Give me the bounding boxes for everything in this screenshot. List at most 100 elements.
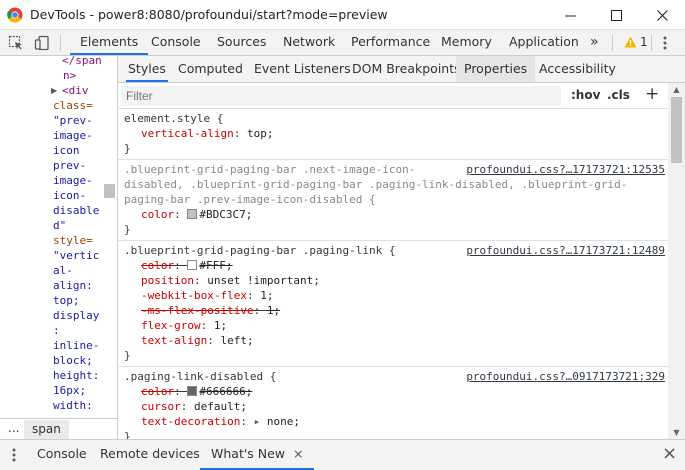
tab-dom-breakpoints[interactable]: DOM Breakpoints xyxy=(352,56,461,82)
css-property-name[interactable]: -ms-flex-positive xyxy=(141,304,254,317)
tab-console[interactable]: Console xyxy=(151,30,201,55)
css-property-value[interactable]: left; xyxy=(220,334,253,347)
rule-selector[interactable]: paging-bar .prev-image-icon-disabled { xyxy=(124,192,376,207)
drawer-tab-whats-new[interactable]: What's New × xyxy=(200,440,314,470)
css-declaration[interactable]: color: #666666; xyxy=(141,384,252,399)
tab-memory[interactable]: Memory xyxy=(441,30,492,55)
minimize-button[interactable] xyxy=(547,0,593,30)
breadcrumb-overflow[interactable]: ... xyxy=(8,421,19,435)
tree-line[interactable]: align: xyxy=(53,279,93,292)
tab-application[interactable]: Application xyxy=(509,30,579,55)
close-tab-icon[interactable]: × xyxy=(293,446,303,461)
css-declaration[interactable]: color: #FFF; xyxy=(141,258,233,273)
tree-line[interactable]: al- xyxy=(53,264,73,277)
color-swatch[interactable] xyxy=(187,386,198,396)
css-property-value[interactable]: none; xyxy=(267,415,300,428)
tree-line[interactable]: width: xyxy=(53,399,93,412)
css-property-value[interactable]: top; xyxy=(247,127,274,140)
tree-line[interactable]: class= xyxy=(53,99,93,112)
css-property-name[interactable]: text-decoration xyxy=(141,415,240,428)
tree-line[interactable]: icon xyxy=(53,144,80,157)
css-declaration[interactable]: -ms-flex-positive: 1; xyxy=(141,303,280,318)
more-tabs-button[interactable]: » xyxy=(590,30,599,55)
rule-source-link[interactable]: profoundui.css?…17173721:12489 xyxy=(466,243,665,258)
tree-line[interactable]: </span xyxy=(62,56,102,67)
tree-line[interactable]: <div xyxy=(62,84,89,97)
css-property-name[interactable]: cursor xyxy=(141,400,181,413)
rule-source-link[interactable]: profoundui.css?…17173721:12535 xyxy=(466,162,665,177)
tree-line[interactable]: prev- xyxy=(53,159,86,172)
scroll-down-arrow-icon[interactable]: ▼ xyxy=(668,428,685,437)
rule-selector[interactable]: disabled, .blueprint-grid-paging-bar .pa… xyxy=(124,177,627,192)
css-property-value[interactable]: 1; xyxy=(214,319,227,332)
style-rule[interactable]: .blueprint-grid-paging-bar .next-image-i… xyxy=(118,160,668,241)
breadcrumb-item-span[interactable]: span xyxy=(24,420,69,439)
css-declaration[interactable]: position: unset !important; xyxy=(141,273,320,288)
maximize-button[interactable] xyxy=(593,0,639,30)
drawer-tab-console[interactable]: Console xyxy=(37,440,87,470)
elements-scrollbar-thumb[interactable] xyxy=(104,184,115,198)
tab-performance[interactable]: Performance xyxy=(351,30,430,55)
color-swatch[interactable] xyxy=(187,209,198,219)
css-property-value[interactable]: #BDC3C7; xyxy=(199,208,252,221)
tab-computed[interactable]: Computed xyxy=(178,56,243,82)
settings-menu-button[interactable] xyxy=(656,34,674,52)
color-swatch[interactable] xyxy=(187,260,198,270)
hover-state-toggle[interactable]: :hov xyxy=(571,88,600,102)
css-declaration[interactable]: text-decoration: ▸ none; xyxy=(141,414,300,429)
tree-line[interactable]: "prev- xyxy=(53,114,93,127)
rule-selector[interactable]: .paging-link-disabled { xyxy=(124,369,276,384)
tab-properties[interactable]: Properties xyxy=(456,56,536,82)
expand-shorthand-icon[interactable]: ▸ xyxy=(254,415,267,428)
tree-line[interactable]: n> xyxy=(63,69,76,82)
tree-line[interactable]: 16px; xyxy=(53,384,86,397)
styles-filter-input[interactable] xyxy=(121,86,561,106)
css-property-name[interactable]: vertical-align xyxy=(141,127,234,140)
scroll-up-arrow-icon[interactable]: ▲ xyxy=(668,85,685,94)
drawer-tab-remote-devices[interactable]: Remote devices xyxy=(100,440,200,470)
tree-line[interactable]: style= xyxy=(53,234,93,247)
tab-accessibility[interactable]: Accessibility xyxy=(539,56,616,82)
warnings-counter[interactable] xyxy=(624,36,637,50)
css-property-name[interactable]: flex-grow xyxy=(141,319,201,332)
tree-line[interactable]: disable xyxy=(53,204,99,217)
drawer-menu-button[interactable] xyxy=(12,448,16,465)
tree-line[interactable]: display xyxy=(53,309,99,322)
tab-event-listeners[interactable]: Event Listeners xyxy=(254,56,351,82)
css-declaration[interactable]: -webkit-box-flex: 1; xyxy=(141,288,273,303)
tree-line[interactable]: block; xyxy=(53,354,93,367)
tree-line[interactable]: inline- xyxy=(53,339,99,352)
css-declaration[interactable]: text-align: left; xyxy=(141,333,254,348)
tab-elements[interactable]: Elements xyxy=(70,30,149,55)
new-rule-button[interactable]: + xyxy=(645,84,659,104)
css-property-value[interactable]: unset !important; xyxy=(207,274,320,287)
css-property-value[interactable]: default; xyxy=(194,400,247,413)
device-toolbar-button[interactable] xyxy=(33,34,51,52)
css-property-name[interactable]: text-align xyxy=(141,334,207,347)
css-property-value[interactable]: #FFF; xyxy=(199,259,232,272)
css-property-name[interactable]: color xyxy=(141,208,174,221)
close-drawer-icon[interactable]: × xyxy=(662,443,677,464)
tree-line[interactable]: "vertic xyxy=(53,249,99,262)
expand-triangle-icon[interactable]: ▶ xyxy=(51,86,57,95)
elements-tree[interactable]: ▶ </span n> <div class= "prev-image-icon prev… xyxy=(0,56,118,418)
tab-sources[interactable]: Sources xyxy=(217,30,266,55)
css-property-name[interactable]: color xyxy=(141,385,174,398)
rule-selector[interactable]: .blueprint-grid-paging-bar .paging-link … xyxy=(124,243,396,258)
style-rule[interactable]: element.style {vertical-align: top;} xyxy=(118,109,668,160)
style-rule[interactable]: .blueprint-grid-paging-bar .paging-link … xyxy=(118,241,668,367)
tree-line[interactable]: top; xyxy=(53,294,80,307)
inspect-element-button[interactable] xyxy=(7,34,25,52)
css-declaration[interactable]: flex-grow: 1; xyxy=(141,318,227,333)
css-declaration[interactable]: cursor: default; xyxy=(141,399,247,414)
tree-line[interactable]: d" xyxy=(53,219,66,232)
close-window-button[interactable] xyxy=(639,0,685,30)
tree-line[interactable]: : xyxy=(53,324,60,337)
styles-scrollbar-thumb[interactable] xyxy=(671,97,682,163)
css-property-name[interactable]: -webkit-box-flex xyxy=(141,289,247,302)
style-rule[interactable]: .paging-link-disabled {profoundui.css?…0… xyxy=(118,367,668,439)
tree-line[interactable]: height: xyxy=(53,369,99,382)
css-property-value[interactable]: #666666; xyxy=(199,385,252,398)
tree-line[interactable]: icon- xyxy=(53,189,86,202)
css-declaration[interactable]: color: #BDC3C7; xyxy=(141,207,252,222)
